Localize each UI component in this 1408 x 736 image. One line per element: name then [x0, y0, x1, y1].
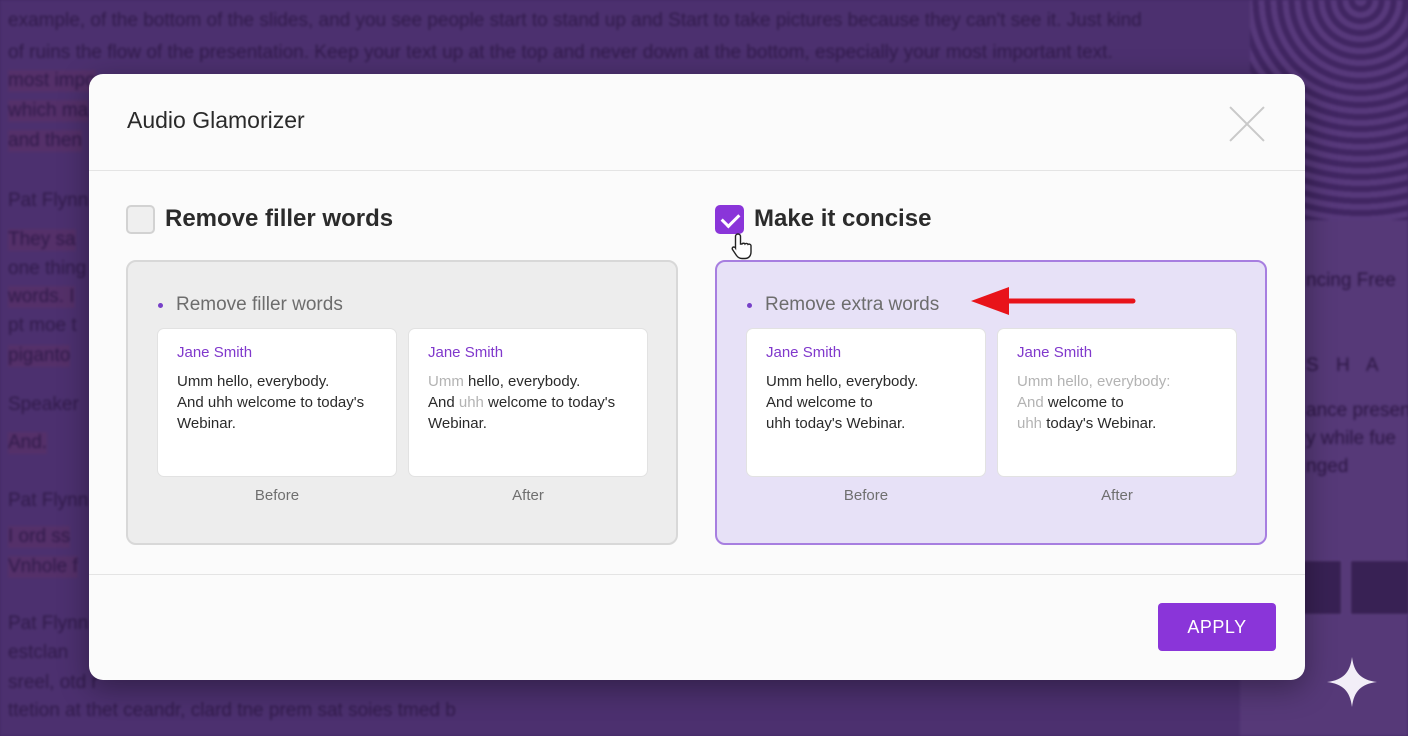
before-example: Jane Smith Umm hello, everybody. And wel… [746, 328, 986, 477]
sparkle-icon [1327, 657, 1377, 707]
dialog-footer-divider [89, 574, 1305, 575]
option-label[interactable]: Make it concise [754, 205, 931, 233]
hand-pointer-icon [731, 233, 752, 260]
kept-text: today's Webinar. [1042, 415, 1157, 432]
after-example: Jane Smith Umm hello, everybody: And wel… [997, 328, 1237, 477]
make-it-concise-checkbox[interactable] [715, 204, 744, 234]
removed-word: And [1017, 394, 1044, 411]
dialog-header: Audio Glamorizer [89, 74, 1305, 171]
speaker-name: Jane Smith [428, 344, 504, 361]
example-line: And uhh welcome to today's [177, 394, 365, 411]
removed-word: Umm [428, 373, 464, 390]
audio-glamorizer-dialog: Audio Glamorizer Remove filler words Rem… [89, 74, 1305, 680]
remove-filler-words-checkbox[interactable] [126, 204, 155, 234]
kept-text: welcome to today's [483, 394, 616, 411]
kept-text: welcome to [1043, 394, 1124, 411]
example-line: And welcome to [766, 394, 873, 411]
example-line: Umm hello, everybody. [177, 373, 330, 390]
option-remove-filler-words: Remove filler words Remove filler words … [126, 204, 678, 545]
preview-bullet: Remove filler words [158, 294, 343, 316]
after-caption: After [512, 487, 544, 504]
bullet-icon [747, 302, 752, 308]
example-line: uhh today's Webinar. [766, 415, 906, 432]
kept-text: hello, everybody. [463, 373, 581, 390]
bullet-icon [158, 302, 163, 308]
before-caption: Before [843, 487, 889, 504]
example-line: Umm hello, everybody. [766, 373, 919, 390]
speaker-name: Jane Smith [766, 344, 842, 361]
option-header: Remove filler words [126, 204, 678, 234]
example-line: Webinar. [177, 415, 236, 432]
before-caption: Before [254, 487, 300, 504]
preview-bullet: Remove extra words [747, 294, 939, 316]
example-line: Umm hello, everybody. [428, 371, 628, 392]
after-example: Jane Smith Umm hello, everybody. And uhh… [408, 328, 648, 477]
apply-button[interactable]: APPLY [1158, 603, 1276, 651]
removed-text: Umm hello, everybody: [1017, 373, 1171, 390]
bullet-text: Remove extra words [765, 294, 940, 315]
dialog-title: Audio Glamorizer [127, 107, 305, 133]
example-line: And uhh welcome to today's [428, 392, 628, 413]
filler-words-preview-card[interactable]: Remove filler words Jane Smith Umm hello… [126, 260, 678, 545]
removed-word: uhh [458, 394, 484, 411]
speaker-name: Jane Smith [1017, 344, 1093, 361]
example-line: Umm hello, everybody: [1017, 371, 1217, 392]
example-line: uhh today's Webinar. [1017, 413, 1217, 434]
removed-word: uhh [1017, 415, 1043, 432]
before-example: Jane Smith Umm hello, everybody. And uhh… [157, 328, 397, 477]
example-line: And welcome to [1017, 392, 1217, 413]
option-label[interactable]: Remove filler words [165, 205, 393, 233]
kept-text: And [428, 394, 459, 411]
option-make-it-concise: Make it concise Remove extra words Jane … [715, 204, 1267, 545]
option-header: Make it concise [715, 204, 1267, 234]
red-arrow-icon [971, 287, 1136, 315]
bullet-text: Remove filler words [176, 294, 343, 315]
after-caption: After [1101, 487, 1133, 504]
close-icon[interactable] [1229, 106, 1265, 142]
speaker-name: Jane Smith [177, 344, 253, 361]
example-line: Webinar. [428, 415, 487, 432]
